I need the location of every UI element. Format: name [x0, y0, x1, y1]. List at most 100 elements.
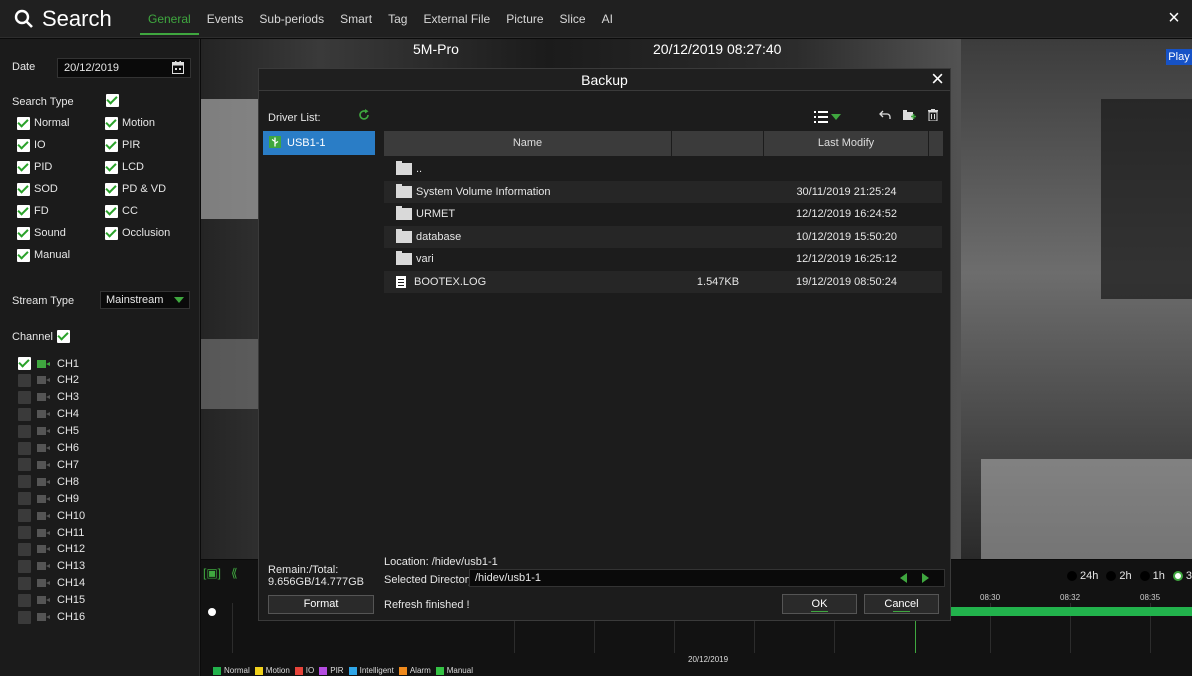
tab-smart[interactable]: Smart	[332, 0, 380, 38]
channel-checkbox[interactable]	[18, 373, 31, 387]
format-button[interactable]: Format	[268, 595, 374, 614]
checkbox[interactable]	[105, 226, 118, 240]
file-row[interactable]: BOOTEX.LOG 1.547KB 19/12/2019 08:50:24	[384, 271, 942, 293]
checkbox[interactable]	[105, 204, 118, 218]
channel-item-ch9[interactable]: CH9	[18, 490, 79, 507]
stream-type-select[interactable]: Mainstream	[100, 291, 190, 309]
column-header-name[interactable]: Name	[384, 131, 672, 156]
channel-checkbox[interactable]	[18, 576, 31, 590]
arrow-right-icon[interactable]	[922, 573, 929, 583]
selected-directory-field[interactable]: /hidev/usb1-1	[469, 569, 945, 587]
close-icon[interactable]: ×	[1162, 6, 1186, 30]
search-type-fd[interactable]: FD	[17, 203, 49, 219]
search-type-io[interactable]: IO	[17, 137, 46, 153]
tab-general[interactable]: General	[140, 0, 199, 38]
tab-external-file[interactable]: External File	[415, 0, 498, 38]
search-type-manual[interactable]: Manual	[17, 247, 70, 263]
refresh-icon[interactable]	[358, 109, 370, 124]
tab-slice[interactable]: Slice	[552, 0, 594, 38]
channel-checkbox[interactable]	[18, 458, 31, 472]
arrow-left-icon[interactable]	[900, 573, 907, 583]
channel-all-checkbox[interactable]	[56, 330, 70, 343]
tab-ai[interactable]: AI	[594, 0, 621, 38]
radio-button[interactable]	[1106, 571, 1117, 581]
tab-picture[interactable]: Picture	[498, 0, 551, 38]
view-list-icon[interactable]	[814, 110, 841, 123]
channel-checkbox[interactable]	[18, 407, 31, 421]
checkbox[interactable]	[17, 116, 30, 130]
file-row[interactable]: URMET 12/12/2019 16:24:52	[384, 203, 942, 225]
search-type-motion[interactable]: Motion	[105, 115, 155, 131]
search-type-normal[interactable]: Normal	[17, 115, 69, 131]
channel-checkbox[interactable]	[18, 593, 31, 607]
checkbox[interactable]	[17, 182, 30, 196]
back-arrow-icon[interactable]	[879, 110, 891, 123]
channel-item-ch16[interactable]: CH16	[18, 609, 85, 626]
cancel-button[interactable]: Cancel	[864, 594, 939, 614]
column-header-size[interactable]	[672, 131, 764, 156]
file-row[interactable]: database 10/12/2019 15:50:20	[384, 225, 942, 248]
close-icon[interactable]: ×	[931, 68, 944, 90]
channel-item-ch1[interactable]: CH1	[18, 355, 79, 372]
channel-checkbox[interactable]	[18, 610, 31, 624]
channel-item-ch2[interactable]: CH2	[18, 372, 79, 389]
file-row[interactable]: vari 12/12/2019 16:25:12	[384, 248, 942, 270]
search-type-cc[interactable]: CC	[105, 203, 138, 219]
search-type-sod[interactable]: SOD	[17, 181, 58, 197]
zoom-option-30m[interactable]: 30m	[1172, 570, 1192, 582]
channel-item-ch14[interactable]: CH14	[18, 575, 85, 592]
checkbox[interactable]	[105, 116, 118, 130]
rewind-icon[interactable]: ⟪	[231, 566, 238, 580]
search-type-pid[interactable]: PID	[17, 159, 52, 175]
ok-button[interactable]: OK	[782, 594, 857, 614]
play-button[interactable]: Play	[1166, 49, 1192, 65]
checkbox[interactable]	[105, 160, 118, 174]
search-type-occlusion[interactable]: Occlusion	[105, 225, 170, 241]
driver-item-usb[interactable]: USB1-1	[263, 131, 375, 155]
channel-item-ch3[interactable]: CH3	[18, 389, 79, 406]
eye-icon[interactable]	[208, 608, 216, 616]
channel-item-ch12[interactable]: CH12	[18, 541, 85, 558]
zoom-option-2h[interactable]: 2h	[1106, 570, 1132, 582]
radio-button[interactable]	[1139, 571, 1150, 581]
channel-item-ch10[interactable]: CH10	[18, 507, 85, 524]
channel-item-ch4[interactable]: CH4	[18, 406, 79, 423]
channel-checkbox[interactable]	[18, 509, 31, 523]
channel-checkbox[interactable]	[18, 559, 31, 573]
recording-bar[interactable]	[950, 607, 1192, 616]
zoom-option-24h[interactable]: 24h	[1067, 570, 1098, 582]
channel-item-ch15[interactable]: CH15	[18, 592, 85, 609]
file-row[interactable]: ..	[384, 158, 942, 180]
channel-checkbox[interactable]	[18, 441, 31, 455]
channel-item-ch6[interactable]: CH6	[18, 440, 79, 457]
checkbox[interactable]	[17, 248, 30, 262]
search-type-sound[interactable]: Sound	[17, 225, 66, 241]
checkbox[interactable]	[105, 182, 118, 196]
delete-icon[interactable]	[928, 109, 938, 124]
column-header-last-modify[interactable]: Last Modify	[764, 131, 929, 156]
channel-checkbox[interactable]	[18, 390, 31, 404]
checkbox[interactable]	[105, 138, 118, 152]
fullscreen-icon[interactable]: [▣]	[203, 566, 221, 580]
checkbox[interactable]	[17, 204, 30, 218]
date-input[interactable]: 20/12/2019	[57, 58, 191, 78]
radio-button[interactable]	[1067, 571, 1077, 581]
tab-tag[interactable]: Tag	[380, 0, 415, 38]
search-type-all-checkbox[interactable]	[106, 94, 119, 107]
tab-sub-periods[interactable]: Sub-periods	[251, 0, 332, 38]
radio-button[interactable]	[1172, 571, 1183, 581]
checkbox[interactable]	[17, 138, 30, 152]
channel-item-ch13[interactable]: CH13	[18, 558, 85, 575]
channel-item-ch7[interactable]: CH7	[18, 456, 79, 473]
channel-checkbox[interactable]	[18, 526, 31, 539]
search-type-pir[interactable]: PIR	[105, 137, 140, 153]
checkbox[interactable]	[17, 226, 30, 240]
new-folder-icon[interactable]	[903, 109, 916, 124]
channel-checkbox[interactable]	[18, 542, 31, 556]
calendar-icon[interactable]	[172, 61, 184, 74]
file-row[interactable]: System Volume Information 30/11/2019 21:2…	[384, 180, 942, 203]
channel-checkbox[interactable]	[18, 357, 31, 370]
channel-checkbox[interactable]	[18, 475, 31, 489]
channel-item-ch5[interactable]: CH5	[18, 423, 79, 440]
zoom-option-1h[interactable]: 1h	[1139, 570, 1165, 582]
